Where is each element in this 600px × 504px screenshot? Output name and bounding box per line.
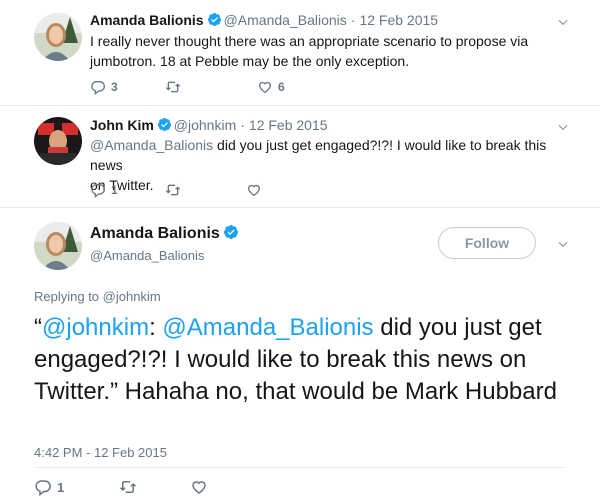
retweet-icon bbox=[164, 79, 182, 95]
mention-link[interactable]: @Amanda_Balionis bbox=[162, 314, 373, 341]
author-block: Amanda Balionis bbox=[90, 224, 241, 243]
reply-count: 1 bbox=[57, 479, 65, 495]
heart-icon bbox=[246, 182, 262, 198]
divider bbox=[0, 105, 600, 106]
divider bbox=[0, 207, 600, 208]
tweet-text-line-1: I really never thought there was an appr… bbox=[90, 33, 529, 49]
retweet-icon bbox=[164, 182, 182, 198]
author-name[interactable]: Amanda Balionis bbox=[90, 225, 220, 242]
reply-icon bbox=[90, 182, 106, 198]
reply-icon bbox=[34, 478, 52, 496]
like-button[interactable] bbox=[246, 182, 262, 198]
author-handle[interactable]: @johnkim bbox=[174, 117, 236, 133]
reply-count: 3 bbox=[111, 80, 118, 94]
reply-count: 1 bbox=[111, 183, 118, 197]
tweet-actions: 1 bbox=[90, 182, 390, 202]
avatar[interactable] bbox=[34, 13, 82, 61]
reply-button[interactable]: 1 bbox=[90, 182, 118, 198]
chevron-down-icon[interactable] bbox=[556, 237, 570, 251]
mention-link[interactable]: @Amanda_Balionis bbox=[90, 137, 213, 153]
tweet-header: Amanda Balionis @Amanda_Balionis · 12 Feb 2… bbox=[90, 12, 438, 28]
reply-icon bbox=[90, 79, 106, 95]
like-count: 6 bbox=[278, 80, 285, 94]
reply-button[interactable]: 3 bbox=[90, 79, 118, 95]
author-name[interactable]: Amanda Balionis bbox=[90, 12, 204, 28]
tweet-text-line-2: jumbotron. 18 at Pebble may be the only … bbox=[90, 53, 410, 69]
quote-open: “ bbox=[34, 314, 42, 341]
divider bbox=[34, 467, 566, 468]
heart-icon bbox=[190, 478, 208, 496]
like-button[interactable]: 6 bbox=[257, 79, 285, 95]
chevron-down-icon[interactable] bbox=[556, 120, 570, 134]
tweet-date[interactable]: 12 Feb 2015 bbox=[249, 117, 328, 133]
retweet-button[interactable] bbox=[118, 478, 138, 496]
mention-link[interactable]: @johnkim bbox=[42, 314, 149, 341]
reply-button[interactable]: 1 bbox=[34, 478, 64, 496]
separator-dot: · bbox=[350, 12, 356, 28]
replying-to-handle[interactable]: @johnkim bbox=[103, 289, 161, 304]
author-handle[interactable]: @Amanda_Balionis bbox=[224, 12, 347, 28]
heart-icon bbox=[257, 79, 273, 95]
tweet-date[interactable]: 12 Feb 2015 bbox=[359, 12, 438, 28]
verified-badge-icon bbox=[157, 117, 172, 132]
tweet-timestamp[interactable]: 4:42 PM - 12 Feb 2015 bbox=[34, 445, 167, 460]
tweet-text-part: : bbox=[149, 314, 163, 341]
avatar[interactable] bbox=[34, 222, 82, 270]
separator-dot: · bbox=[240, 117, 245, 133]
replying-to: Replying to @johnkim bbox=[34, 289, 161, 304]
avatar[interactable] bbox=[34, 117, 82, 165]
replying-to-label: Replying to bbox=[34, 289, 103, 304]
retweet-icon bbox=[118, 478, 138, 496]
chevron-down-icon[interactable] bbox=[556, 15, 570, 29]
tweet-actions: 3 6 bbox=[90, 79, 390, 99]
verified-badge-icon bbox=[207, 12, 222, 27]
retweet-button[interactable] bbox=[164, 79, 182, 95]
tweet-text: “@johnkim: @Amanda_Balionis did you just… bbox=[34, 312, 574, 408]
tweet-actions: 1 bbox=[34, 478, 334, 498]
author-name[interactable]: John Kim bbox=[90, 117, 154, 133]
follow-button[interactable]: Follow bbox=[438, 227, 536, 259]
author-handle[interactable]: @Amanda_Balionis bbox=[90, 248, 204, 263]
retweet-button[interactable] bbox=[164, 182, 182, 198]
like-button[interactable] bbox=[190, 478, 208, 496]
verified-badge-icon bbox=[223, 224, 239, 240]
tweet-text: I really never thought there was an appr… bbox=[90, 31, 570, 71]
tweet-header: John Kim @johnkim · 12 Feb 2015 bbox=[90, 117, 328, 133]
